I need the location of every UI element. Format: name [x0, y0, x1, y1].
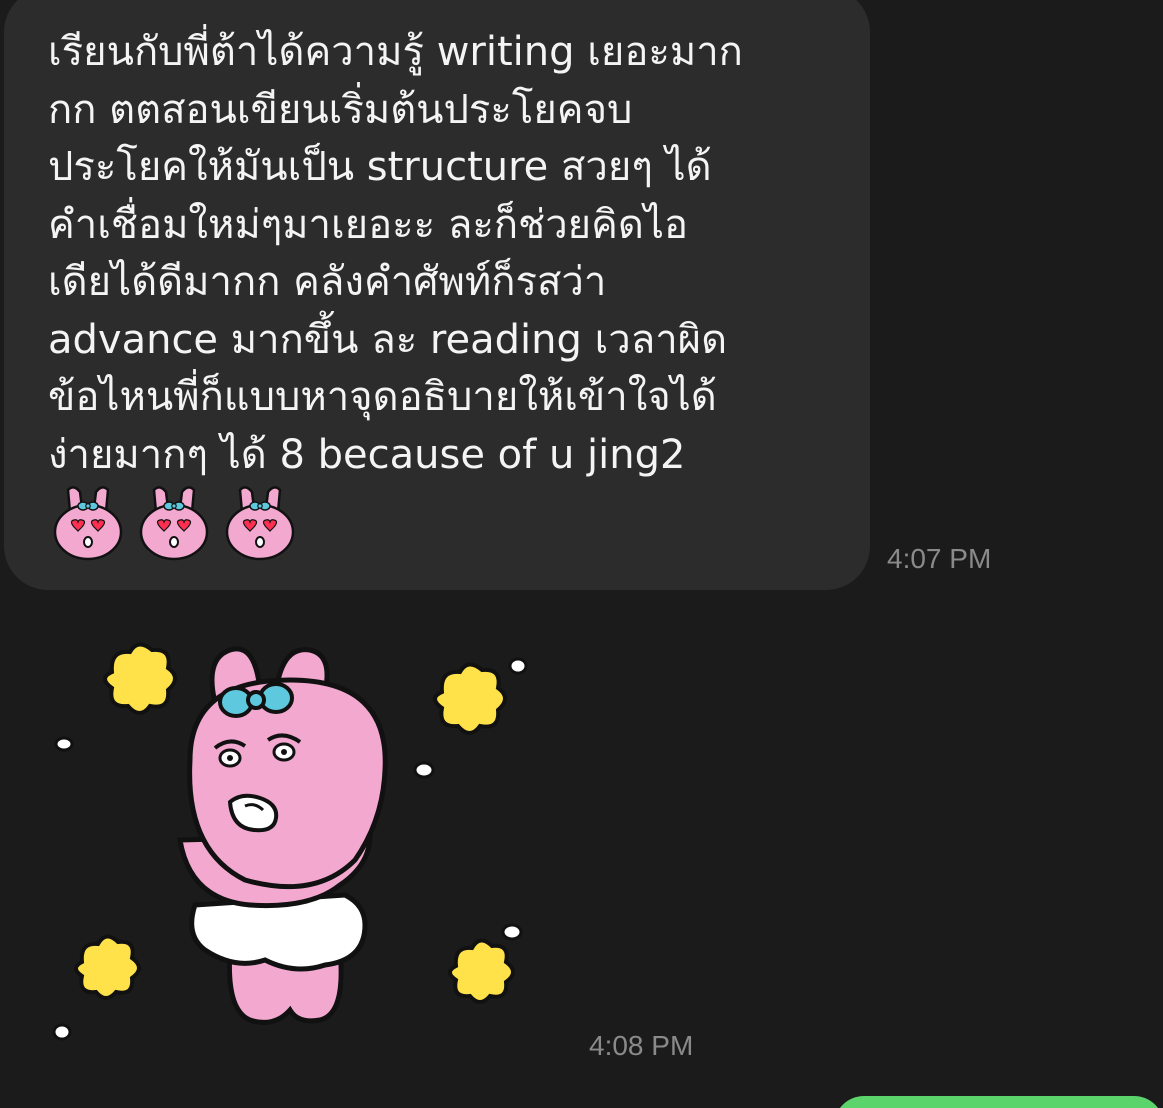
bunny-emoji-icon	[53, 486, 123, 561]
message-text-line: advance มากขึ้น ละ reading เวลาผิด	[48, 316, 728, 363]
message-timestamp: 4:08 PM	[589, 1030, 694, 1061]
emoji-row	[48, 482, 300, 562]
bunny-sticker-icon[interactable]	[40, 630, 550, 1050]
bunny-emoji-icon	[139, 486, 209, 561]
message-text-line: เรียนกับพี่ต้าได้ความรู้ writing เยอะมาก	[48, 29, 743, 75]
message-timestamp: 4:07 PM	[887, 543, 992, 574]
message-text-line: คำเชื่อมใหม่ๆมาเยอะะ ละก็ช่วยคิดไอ	[48, 201, 688, 248]
message-bubble-sent[interactable]	[834, 1096, 1163, 1108]
message-text-line: ง่ายมากๆ ได้ 8 because of u jing2	[48, 431, 686, 478]
chat-view: เรียนกับพี่ต้าได้ความรู้ writing เยอะมาก…	[0, 0, 1163, 1108]
message-text-line: กก ตตสอนเขียนเริ่มต้นประโยคจบ	[48, 86, 633, 133]
message-text-line: เดียได้ดีมากก คลังคำศัพท์ก็รสว่า	[48, 259, 607, 305]
message-text-line: ประโยคให้มันเป็น structure สวยๆ ได้	[48, 144, 712, 190]
bunny-emoji-icon	[225, 486, 295, 561]
message-bubble-received[interactable]: เรียนกับพี่ต้าได้ความรู้ writing เยอะมาก…	[4, 0, 870, 590]
message-text-line: ข้อไหนพี่ก็แบบหาจุดอธิบายให้เข้าใจได้	[48, 374, 717, 420]
